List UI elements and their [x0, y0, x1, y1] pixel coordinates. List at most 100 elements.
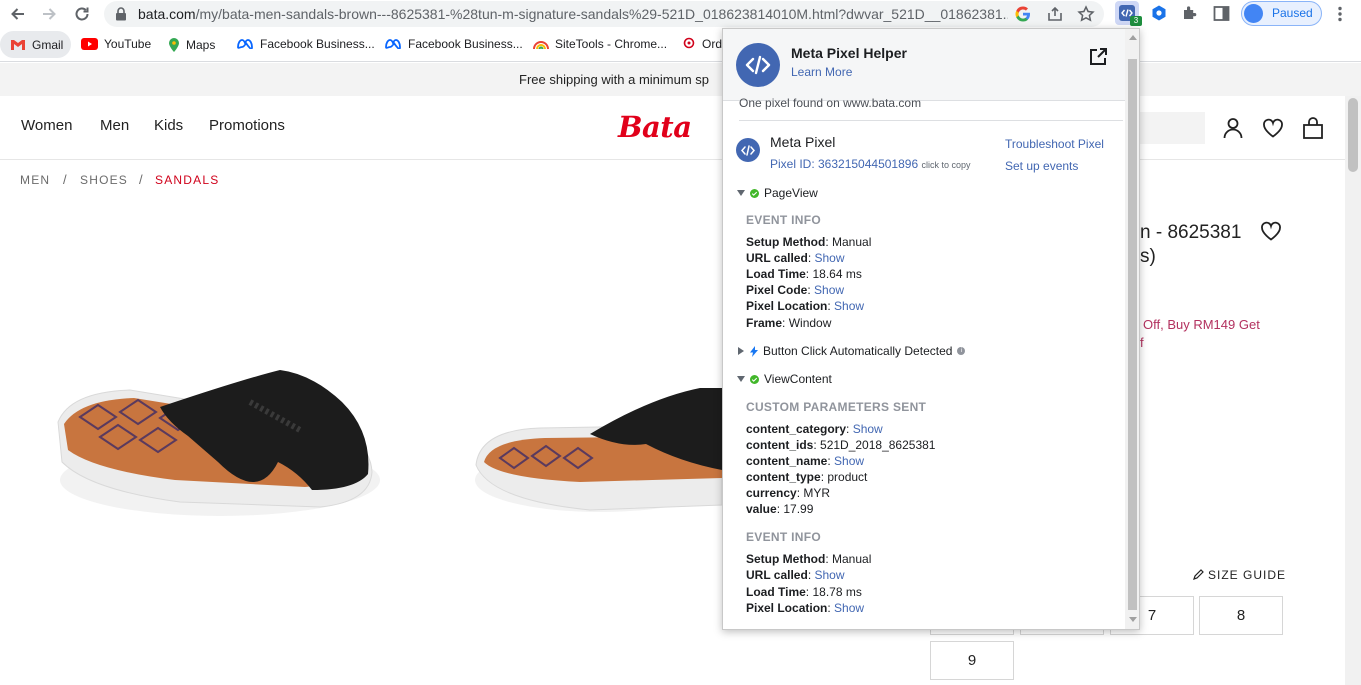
custom-param-row: content_category: Show [746, 422, 883, 436]
reload-icon [75, 7, 89, 21]
popup-header: Meta Pixel Helper Learn More [723, 29, 1125, 101]
nav-kids[interactable]: Kids [154, 117, 183, 134]
viewcontent-info-row: URL called: Show [746, 568, 845, 582]
pageview-info-row: Pixel Code: Show [746, 283, 845, 297]
product-image-sandal-1[interactable] [50, 362, 380, 527]
breadcrumb-men[interactable]: MEN [20, 173, 50, 187]
show-link[interactable]: Show [814, 251, 844, 265]
nav-women[interactable]: Women [21, 117, 72, 134]
meta-pixel-helper-popup: Meta Pixel Helper Learn More One pixel f… [722, 28, 1140, 630]
promo-text-line2: f [1140, 335, 1144, 350]
pageview-info-row: Pixel Location: Show [746, 299, 865, 313]
maps-pin-icon [169, 38, 179, 52]
wishlist-heart-icon[interactable] [1261, 116, 1285, 140]
event-pageview-toggle[interactable]: PageView [737, 186, 818, 200]
open-external-icon[interactable] [1088, 47, 1108, 67]
browser-toolbar: bata.com/my/bata-men-sandals-brown---862… [0, 0, 1361, 29]
custom-parameters-heading: CUSTOM PARAMETERS SENT [746, 400, 927, 414]
tag-extension-icon[interactable] [1150, 4, 1168, 22]
bookmark-facebook-business-1[interactable]: Facebook Business... [236, 37, 375, 51]
account-icon[interactable] [1221, 116, 1245, 140]
size-guide-link[interactable]: SIZE GUIDE [1192, 568, 1286, 582]
side-panel-icon[interactable] [1213, 5, 1230, 22]
profile-button[interactable]: Paused [1241, 1, 1322, 26]
setup-events-link[interactable]: Set up events [1005, 159, 1078, 173]
pageview-info-row: Frame: Window [746, 316, 832, 330]
show-link[interactable]: Show [834, 454, 864, 468]
bookmark-star-icon[interactable] [1077, 5, 1095, 23]
popup-title: Meta Pixel Helper [791, 45, 907, 61]
pixel-logo-small [736, 138, 760, 162]
popup-scrollbar-thumb[interactable] [1128, 59, 1137, 610]
nav-men[interactable]: Men [100, 117, 129, 134]
show-link[interactable]: Show [853, 422, 883, 436]
cart-bag-icon[interactable] [1301, 116, 1325, 140]
popup-body: One pixel found on www.bata.com Meta Pix… [723, 96, 1125, 629]
scroll-down-arrow-icon[interactable] [1129, 617, 1137, 622]
bookmark-facebook-business-2[interactable]: Facebook Business... [384, 37, 523, 51]
bookmark-maps[interactable]: Maps [168, 37, 215, 53]
page-scrollbar-thumb[interactable] [1348, 98, 1358, 172]
bookmark-ord[interactable]: Ord [682, 37, 722, 51]
triangle-down-icon [737, 376, 745, 382]
custom-param-row: content_type: product [746, 470, 868, 484]
share-icon[interactable] [1046, 5, 1064, 23]
custom-param-row: content_ids: 521D_2018_8625381 [746, 438, 936, 452]
pageview-info-row: URL called: Show [746, 251, 845, 265]
event-button-click-toggle[interactable]: Button Click Automatically Detected i [737, 344, 966, 358]
pixel-name: Meta Pixel [770, 134, 836, 150]
page-scrollbar[interactable] [1345, 96, 1361, 685]
scroll-up-arrow-icon[interactable] [1129, 35, 1137, 40]
show-link[interactable]: Show [814, 568, 844, 582]
promo-text: Off, Buy RM149 Get [1143, 317, 1260, 332]
meta-logo-icon [237, 39, 253, 49]
custom-param-row: currency: MYR [746, 486, 831, 500]
sitetools-icon [533, 41, 549, 50]
pixel-id[interactable]: Pixel ID: 363215044501896 click to copy [770, 157, 971, 171]
site-header: Women Men Kids Promotions Bata [0, 96, 1345, 160]
popup-scrollbar[interactable] [1125, 29, 1139, 629]
event-viewcontent-toggle[interactable]: ViewContent [737, 372, 832, 386]
product-wishlist-heart-icon[interactable] [1259, 219, 1283, 243]
breadcrumb-separator: / [139, 172, 143, 187]
troubleshoot-pixel-link[interactable]: Troubleshoot Pixel [1005, 137, 1104, 151]
triangle-right-icon [738, 347, 744, 355]
viewcontent-info-row: Load Time: 18.78 ms [746, 585, 862, 599]
show-link[interactable]: Show [834, 601, 864, 615]
back-button[interactable] [7, 3, 29, 25]
extension-badge: 3 [1130, 16, 1142, 26]
bookmark-sitetools[interactable]: SiteTools - Chrome... [533, 37, 667, 51]
nav-promotions[interactable]: Promotions [209, 117, 285, 134]
show-link[interactable]: Show [814, 283, 844, 297]
learn-more-link[interactable]: Learn More [791, 65, 852, 79]
google-icon[interactable] [1014, 5, 1032, 23]
reload-button[interactable] [71, 3, 93, 25]
address-bar[interactable]: bata.com/my/bata-men-sandals-brown---862… [104, 1, 1104, 27]
viewcontent-info-row: Setup Method: Manual [746, 552, 872, 566]
more-menu-icon[interactable] [1334, 5, 1346, 23]
breadcrumb-sandals: SANDALS [155, 173, 220, 187]
pixel-found-text: One pixel found on www.bata.com [739, 96, 922, 110]
size-option-8[interactable]: 8 [1199, 596, 1283, 635]
youtube-icon [81, 38, 98, 50]
bookmark-youtube[interactable]: YouTube [81, 37, 151, 51]
pageview-info-row: Setup Method: Manual [746, 235, 872, 249]
code-brackets-icon [741, 144, 755, 156]
size-option-9[interactable]: 9 [930, 641, 1014, 680]
extensions-puzzle-icon[interactable] [1181, 4, 1199, 22]
url-text: bata.com/my/bata-men-sandals-brown---862… [138, 6, 1008, 22]
meta-logo-icon [385, 39, 401, 49]
show-link[interactable]: Show [834, 299, 864, 313]
pageview-info-row: Load Time: 18.64 ms [746, 267, 862, 281]
event-info-heading: EVENT INFO [746, 530, 822, 544]
info-icon[interactable]: i [957, 347, 966, 355]
bookmark-gmail[interactable]: Gmail [0, 31, 72, 58]
lightning-bolt-icon [750, 345, 758, 357]
forward-button[interactable] [38, 3, 60, 25]
bata-logo[interactable]: Bata [618, 110, 692, 144]
code-brackets-icon [745, 55, 771, 75]
breadcrumb-shoes[interactable]: SHOES [80, 173, 128, 187]
lock-icon [116, 7, 126, 21]
ruler-pencil-icon [1193, 569, 1204, 580]
product-image-sandal-2[interactable] [470, 370, 722, 520]
